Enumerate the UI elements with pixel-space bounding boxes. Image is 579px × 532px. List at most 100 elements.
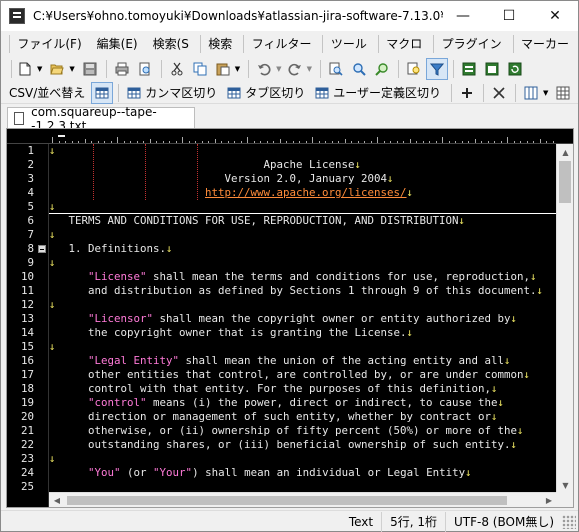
text-editor[interactable]: 1 2 3 4 5 6 7 8 9 10 11 12 13 14 15 16 17 18 19 20 21 22 23 24 2… — [6, 128, 574, 508]
line-number[interactable]: 6 — [7, 214, 48, 228]
code-line[interactable]: "License" shall mean the terms and condi… — [49, 270, 557, 284]
line-number[interactable]: 3 — [7, 172, 48, 186]
csv-tools-button[interactable] — [488, 82, 510, 104]
line-number[interactable]: 10 — [7, 270, 48, 284]
refresh-button[interactable] — [504, 58, 526, 80]
code-line[interactable]: Version 2.0, January 2004↓ — [49, 172, 557, 186]
csv-normal-button[interactable] — [91, 81, 114, 104]
title-bar[interactable]: C:¥Users¥ohno.tomoyuki¥Downloads¥atlassi… — [1, 1, 578, 31]
paste-button[interactable] — [212, 58, 234, 80]
open-button[interactable] — [46, 58, 68, 80]
close-button[interactable]: ✕ — [532, 1, 578, 31]
line-number[interactable]: 4 — [7, 186, 48, 200]
horizontal-scrollbar[interactable]: ◀ ▶ — [49, 492, 557, 507]
line-number[interactable]: 15 — [7, 340, 48, 354]
code-line[interactable]: ↓ — [49, 298, 557, 312]
print-preview-button[interactable] — [134, 58, 156, 80]
line-number[interactable]: 19 — [7, 396, 48, 410]
menu-tools[interactable]: ツール — [325, 34, 376, 54]
line-number[interactable]: 22 — [7, 438, 48, 452]
new-file-dropdown-icon[interactable]: ▼ — [37, 65, 42, 73]
code-line[interactable]: "control" means (i) the power, direct or… — [49, 396, 557, 410]
line-number[interactable]: 16 — [7, 354, 48, 368]
code-line[interactable]: ↓ — [49, 144, 557, 158]
find-button[interactable] — [325, 58, 347, 80]
minimize-button[interactable]: — — [440, 1, 486, 31]
code-line[interactable]: control with that entity. For the purpos… — [49, 382, 557, 396]
line-number[interactable]: 8 — [7, 242, 48, 256]
code-line[interactable]: "Licensor" shall mean the copyright owne… — [49, 312, 557, 326]
menu-plugins[interactable]: プラグイン — [436, 34, 511, 54]
window-button[interactable] — [481, 58, 503, 80]
cut-button[interactable] — [166, 58, 188, 80]
highlight-button[interactable] — [403, 58, 425, 80]
code-line[interactable]: ↓ — [49, 200, 557, 214]
code-line[interactable]: ↓ — [49, 452, 557, 466]
insert-column-button[interactable] — [456, 82, 478, 104]
code-line[interactable]: ↓ — [49, 228, 557, 242]
menu-search-2[interactable]: 検索 — [202, 34, 241, 54]
undo-dropdown-icon[interactable]: ▼ — [276, 65, 281, 73]
menu-edit[interactable]: 編集(E) — [91, 34, 147, 54]
line-number[interactable]: 7 — [7, 228, 48, 242]
line-number[interactable]: 13 — [7, 312, 48, 326]
line-number[interactable]: 20 — [7, 410, 48, 424]
comma-separated-button[interactable]: カンマ区切り — [123, 83, 223, 103]
scroll-left-icon[interactable]: ◀ — [49, 493, 65, 507]
code-line[interactable]: Apache License↓ — [49, 158, 557, 172]
line-number[interactable]: 17 — [7, 368, 48, 382]
code-line[interactable]: the copyright owner that is granting the… — [49, 326, 557, 340]
fold-toggle-icon[interactable] — [38, 245, 46, 253]
maximize-button[interactable]: ☐ — [486, 1, 532, 31]
code-line[interactable]: other entities that control, are control… — [49, 368, 557, 382]
menu-file[interactable]: ファイル(F) — [11, 34, 90, 54]
paste-dropdown-icon[interactable]: ▼ — [235, 65, 240, 73]
status-encoding[interactable]: UTF-8 (BOM無し) — [445, 511, 562, 532]
status-cursor-position[interactable]: 5行, 1桁 — [381, 511, 445, 532]
menu-filter[interactable]: フィルター — [246, 34, 321, 54]
scroll-up-icon[interactable]: ▲ — [557, 144, 573, 161]
code-line[interactable]: ↓ — [49, 256, 557, 270]
line-number[interactable]: 25 — [7, 480, 48, 494]
code-line[interactable]: 1. Definitions.↓ — [49, 242, 557, 256]
layout-dropdown-icon[interactable]: ▼ — [543, 89, 548, 97]
code-line[interactable]: and distribution as defined by Sections … — [49, 284, 557, 298]
menu-marker[interactable]: マーカー — [515, 34, 578, 54]
line-number[interactable]: 1 — [7, 144, 48, 158]
find-prev-button[interactable] — [371, 58, 393, 80]
tab-separated-button[interactable]: タブ区切り — [223, 83, 311, 103]
scroll-right-icon[interactable]: ▶ — [541, 493, 557, 507]
app-icon[interactable] — [9, 8, 25, 24]
copy-button[interactable] — [189, 58, 211, 80]
new-file-button[interactable] — [14, 58, 36, 80]
menu-search[interactable]: 検索(S — [147, 34, 198, 54]
save-button[interactable] — [79, 58, 101, 80]
code-line[interactable]: http://www.apache.org/licenses/↓ — [49, 186, 557, 200]
line-number[interactable]: 12 — [7, 298, 48, 312]
layout-button[interactable] — [520, 82, 542, 104]
line-number[interactable]: 9 — [7, 256, 48, 270]
line-number[interactable]: 11 — [7, 284, 48, 298]
resize-grip-icon[interactable] — [562, 514, 576, 529]
status-mode[interactable]: Text — [341, 512, 381, 532]
url-link[interactable]: http://www.apache.org/licenses/ — [205, 186, 407, 199]
code-line[interactable]: TERMS AND CONDITIONS FOR USE, REPRODUCTI… — [49, 214, 557, 228]
redo-dropdown-icon[interactable]: ▼ — [307, 65, 312, 73]
code-area[interactable]: ↓ Apache License↓ Version 2.0, January 2… — [49, 144, 557, 494]
line-number[interactable]: 14 — [7, 326, 48, 340]
horizontal-scroll-thumb[interactable] — [67, 496, 507, 505]
find-next-button[interactable] — [348, 58, 370, 80]
line-number[interactable]: 18 — [7, 382, 48, 396]
line-number-gutter[interactable]: 1 2 3 4 5 6 7 8 9 10 11 12 13 14 15 16 17 18 19 20 21 22 23 24 2… — [7, 144, 49, 507]
document-tab[interactable]: com.squareup--tape--1.2.3.txt — [7, 105, 195, 133]
code-line[interactable]: "You" (or "Your") shall mean an individu… — [49, 466, 557, 480]
line-number[interactable]: 21 — [7, 424, 48, 438]
vertical-scroll-thumb[interactable] — [559, 161, 571, 203]
open-dropdown-icon[interactable]: ▼ — [69, 65, 74, 73]
code-line[interactable]: outstanding shares, or (iii) beneficial … — [49, 438, 557, 452]
output-bar-button[interactable] — [458, 58, 480, 80]
filter-button[interactable] — [425, 58, 448, 80]
user-defined-separated-button[interactable]: ユーザー定義区切り — [311, 83, 447, 103]
vertical-scrollbar[interactable]: ▲ ▼ — [556, 144, 573, 494]
print-button[interactable] — [111, 58, 133, 80]
